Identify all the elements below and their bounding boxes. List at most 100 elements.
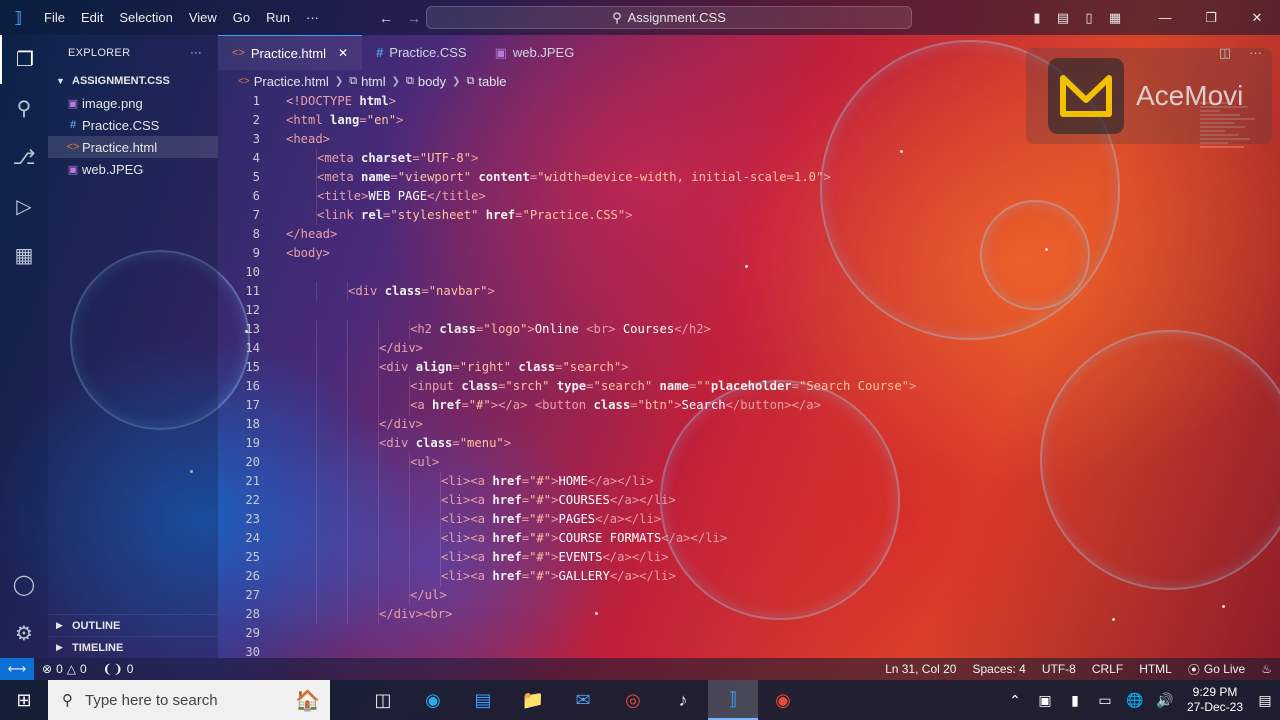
cursor-position[interactable]: Ln 31, Col 20 [877,662,964,676]
customize-layout-icon[interactable]: ▦ [1102,10,1128,26]
notification-center-icon[interactable]: ▤ [1250,692,1280,709]
toggle-panel-icon[interactable]: ▤ [1050,10,1076,26]
show-hidden-icons-icon[interactable]: ⌃ [1000,692,1030,709]
encoding[interactable]: UTF-8 [1034,662,1084,676]
workspace-folder[interactable]: ▼ ASSIGNMENT.CSS [48,70,218,92]
extensions-icon[interactable]: ▦ [0,231,48,280]
vscode-taskbar-icon[interactable]: ⟧ [708,680,758,720]
language-mode[interactable]: HTML [1131,662,1180,676]
outline-section[interactable]: ▶ OUTLINE [48,614,218,636]
tab-web-jpeg[interactable]: ▣ web.JPEG [481,35,589,70]
tiktok-icon[interactable]: ♪ [658,680,708,720]
menu-edit[interactable]: Edit [73,0,111,35]
code-token: href [432,398,462,412]
remote-indicator-icon[interactable]: ⟷ [0,658,34,680]
menu-file[interactable]: File [36,0,73,35]
code-line[interactable]: 10 [218,263,1280,282]
code-line[interactable]: 12 [218,301,1280,320]
menu-more[interactable]: ··· [298,0,327,35]
toggle-secondary-sidebar-icon[interactable]: ▯ [1076,10,1102,26]
code-line[interactable]: 9 <body> [218,244,1280,263]
menu-selection[interactable]: Selection [111,0,180,35]
forward-arrow-icon[interactable]: → [405,10,423,26]
code-line[interactable]: 17 <a href="#"></a> <button class="btn">S… [218,396,1280,415]
explorer-more-button[interactable]: ··· [190,47,202,59]
code-line[interactable]: 11 <div class="navbar"> [218,282,1280,301]
breadcrumb-item[interactable]: html [361,74,386,89]
go-live-button[interactable]: ⦿ Go Live [1180,661,1253,678]
code-line[interactable]: 18 </div> [218,415,1280,434]
file-explorer-icon[interactable]: 📁 [508,680,558,720]
task-view-icon[interactable]: ◫ [358,680,408,720]
code-line[interactable]: 15 <div align="right" class="search"> [218,358,1280,377]
close-icon[interactable]: ✕ [338,46,348,60]
clock[interactable]: 9:29 PM 27-Dec-23 [1180,685,1250,715]
settings-gear-icon[interactable]: ⚙ [0,609,48,658]
command-center[interactable]: ⚲ Assignment.CSS [426,6,912,29]
source-control-icon[interactable]: ⎇ [0,133,48,182]
code-line[interactable]: 30 [218,643,1280,658]
ports-status[interactable]: ❨❩ 0 [95,662,142,676]
tab-practice-html[interactable]: <> Practice.html ✕ [218,35,363,70]
code-line[interactable]: 26 <li><a href="#">GALLERY</a></li> [218,567,1280,586]
code-line[interactable]: 20 <ul> [218,453,1280,472]
code-line[interactable]: 14 </div> [218,339,1280,358]
code-line[interactable]: 28 </div><br> [218,605,1280,624]
code-editor[interactable]: 1 <!DOCTYPE html> 2 <html lang="en"> 3 <head>… [218,92,1280,658]
notifications-bell-icon[interactable]: ♨ [1253,662,1280,676]
menu-go[interactable]: Go [225,0,258,35]
minimize-icon[interactable]: — [1142,10,1188,25]
volume-icon[interactable]: 🔊 [1150,692,1180,709]
breadcrumb-item[interactable]: table [478,74,506,89]
back-arrow-icon[interactable]: ← [377,10,395,26]
restore-icon[interactable]: ❐ [1188,10,1234,26]
problems-status[interactable]: ⊗ 0 △ 0 [34,662,95,676]
code-line[interactable]: 25 <li><a href="#">EVENTS</a></li> [218,548,1280,567]
code-line[interactable]: 5 <meta name="viewport" content="width=de… [218,168,1280,187]
code-token: > [625,208,633,222]
windows-start-icon[interactable]: ⊞ [0,680,48,720]
timeline-section[interactable]: ▶ TIMELINE [48,636,218,658]
file-web-jpeg[interactable]: ▣ web.JPEG [48,158,218,180]
code-line[interactable]: 7 <link rel="stylesheet" href="Practice.C… [218,206,1280,225]
breadcrumb-item[interactable]: Practice.html [254,74,329,89]
accounts-icon[interactable]: ◯ [0,560,48,609]
network-icon[interactable]: 🌐 [1120,692,1150,709]
tab-practice-css[interactable]: # Practice.CSS [362,35,481,70]
file-practice-html[interactable]: <> Practice.html [48,136,218,158]
code-line[interactable]: 19 <div class="menu"> [218,434,1280,453]
toggle-sidebar-icon[interactable]: ▮ [1024,10,1050,26]
explorer-icon[interactable]: ❐ [0,35,48,84]
search-view-icon[interactable]: ⚲ [0,84,48,133]
menu-run[interactable]: Run [258,0,298,35]
end-of-line[interactable]: CRLF [1084,662,1131,676]
code-line[interactable]: 21 <li><a href="#">HOME</a></li> [218,472,1280,491]
breadcrumb-item[interactable]: body [418,74,446,89]
run-debug-icon[interactable]: ▷ [0,182,48,231]
code-line[interactable]: 13 <h2 class="logo">Online <br> Courses</… [218,320,1280,339]
usb-icon[interactable]: ▮ [1060,692,1090,709]
code-line[interactable]: 4 <meta charset="UTF-8"> [218,149,1280,168]
code-line[interactable]: 29 [218,624,1280,643]
store-icon[interactable]: ▤ [458,680,508,720]
code-line[interactable]: 23 <li><a href="#">PAGES</a></li> [218,510,1280,529]
code-line[interactable]: 6 <title>WEB PAGE</title> [218,187,1280,206]
menu-view[interactable]: View [181,0,225,35]
edge-browser-icon[interactable]: ◉ [408,680,458,720]
close-window-icon[interactable]: ✕ [1234,10,1280,26]
tray-app-icon[interactable]: ▣ [1030,692,1060,709]
mail-icon[interactable]: ✉ [558,680,608,720]
code-line[interactable]: 22 <li><a href="#">COURSES</a></li> [218,491,1280,510]
indentation[interactable]: Spaces: 4 [964,662,1033,676]
code-line[interactable]: 27 </ul> [218,586,1280,605]
battery-icon[interactable]: ▭ [1090,692,1120,709]
code-line[interactable]: 8 </head> [218,225,1280,244]
taskbar-search[interactable]: ⚲ Type here to search 🏠 [48,680,330,720]
recorder-app-icon[interactable]: ◉ [758,680,808,720]
code-line[interactable]: 16 <input class="srch" type="search" name… [218,377,1280,396]
file-practice-css[interactable]: # Practice.CSS [48,114,218,136]
chrome-icon[interactable]: ◎ [608,680,658,720]
code-token: href [492,474,522,488]
file-image-png[interactable]: ▣ image.png [48,92,218,114]
code-line[interactable]: 24 <li><a href="#">COURSE FORMATS</a></li… [218,529,1280,548]
